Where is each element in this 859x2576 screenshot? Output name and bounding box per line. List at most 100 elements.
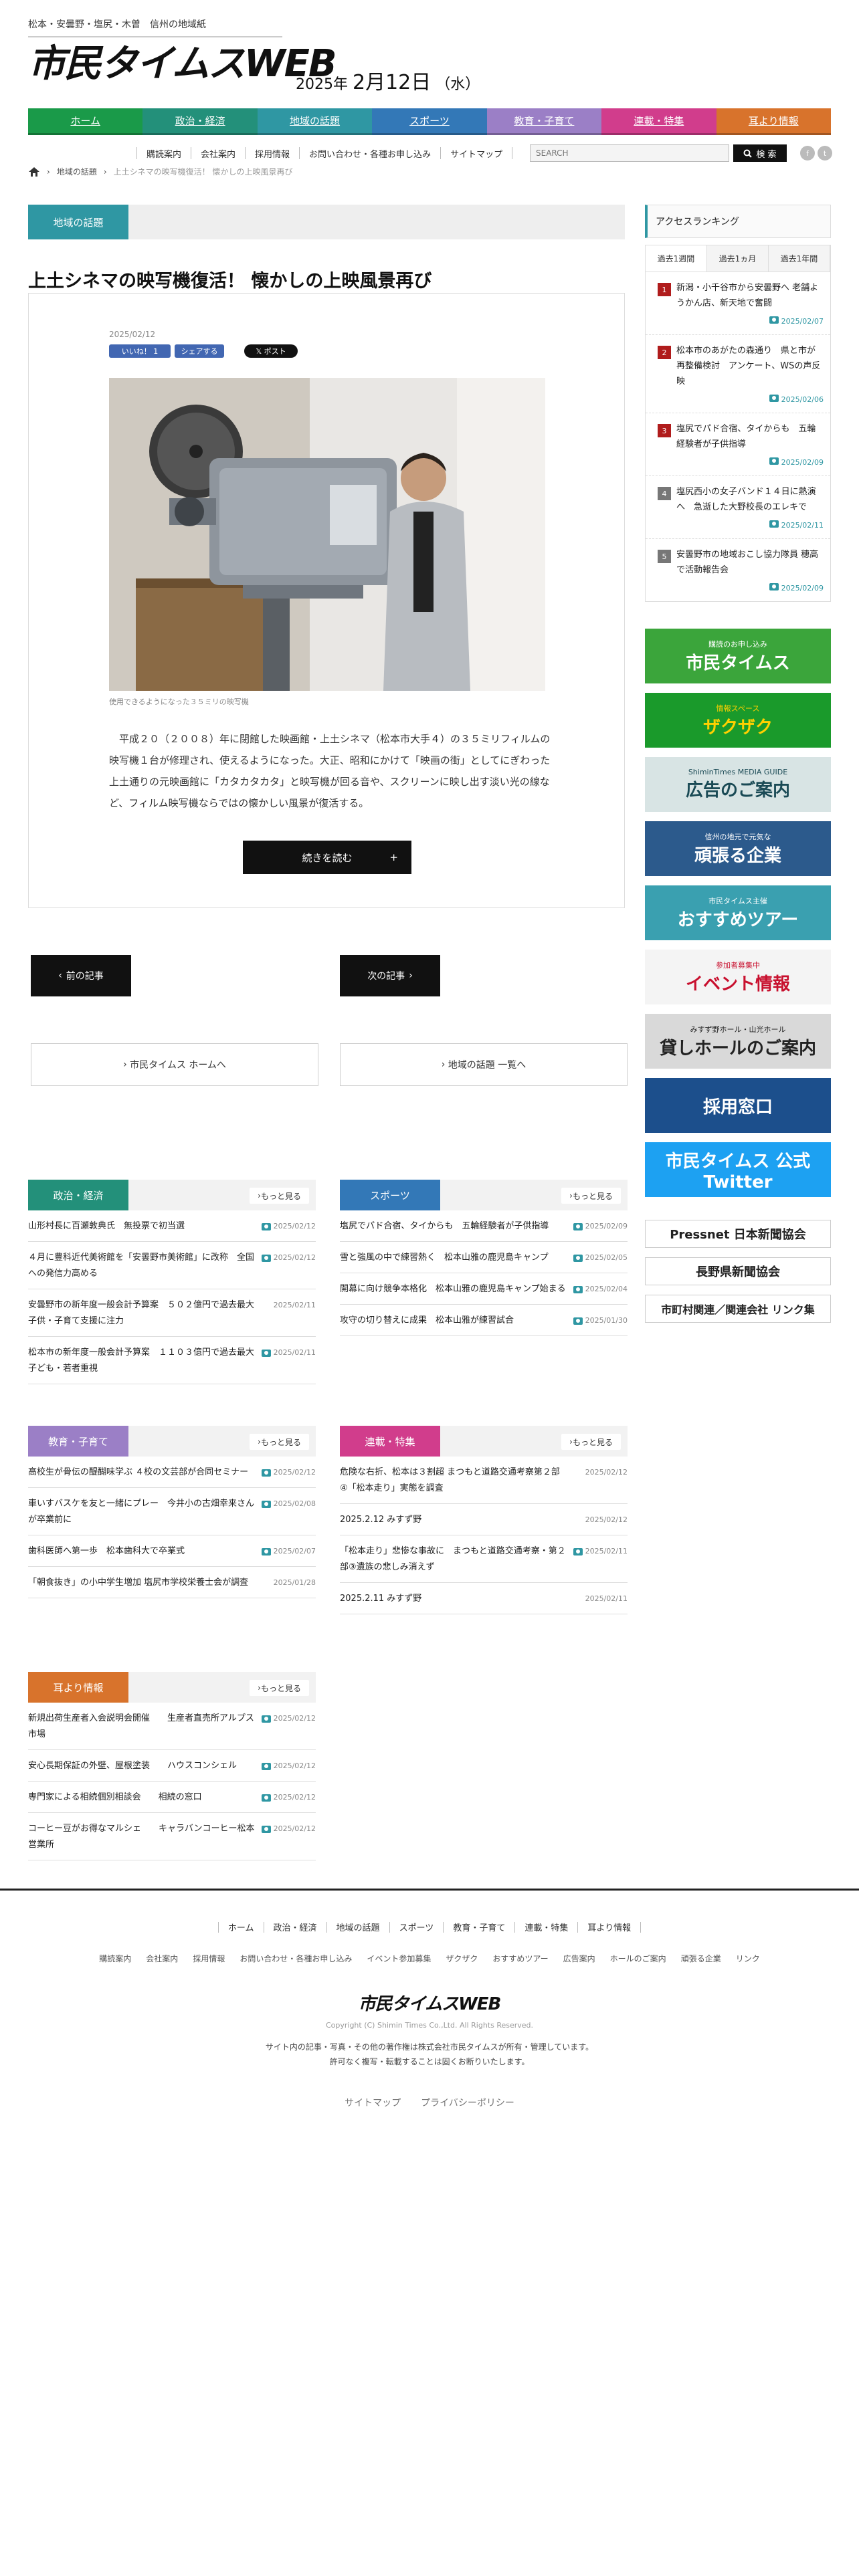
nav-item[interactable]: 耳より情報 — [716, 108, 831, 135]
link-banner[interactable]: 長野県新聞協会 — [645, 1257, 831, 1285]
news-item[interactable]: ４月に豊科近代美術館を「安曇野市美術館」に改称 全国への発信力高める 2025/0… — [28, 1242, 316, 1289]
news-title[interactable]: 松本市の新年度一般会計予算案 １１０３億円で過去最大 子ども・若者重視 — [28, 1348, 263, 1374]
news-title[interactable]: 新規出荷生産者入会説明会開催 生産者直売所アルプス市場 — [28, 1713, 254, 1739]
footer-nav-item[interactable]: 教育・子育て — [453, 1921, 505, 1933]
news-title[interactable]: ４月に豊科近代美術館を「安曇野市美術館」に改称 全国への発信力高める — [28, 1253, 254, 1279]
post-button[interactable]: 𝕏 ポスト — [244, 344, 298, 358]
nav-item[interactable]: 政治・経済 — [142, 108, 258, 135]
footer-subnav-item[interactable]: 広告案内 — [563, 1953, 595, 1964]
news-item[interactable]: 塩尻でパド合宿、タイからも 五輪経験者が子供指導 2025/02/09 — [340, 1210, 628, 1242]
news-title[interactable]: 2025.2.11 みすず野 — [340, 1594, 421, 1604]
section-label[interactable]: 連載・特集 — [340, 1426, 440, 1457]
ranking-item[interactable]: 3 塩尻でパド合宿、タイからも 五輪経験者が子供指導 2025/02/09 — [646, 413, 830, 476]
news-item[interactable]: 「松本走り」悲惨な事故に まつもと道路交通考察・第２部③遺族の悲しみ消えず 202… — [340, 1535, 628, 1583]
news-item[interactable]: 安曇野市の新年度一般会計予算案 ５０２億円で過去最大 子供・子育て支援に注力 20… — [28, 1289, 316, 1337]
breadcrumb-category[interactable]: 地域の話題 — [57, 166, 97, 177]
news-title[interactable]: 雪と強風の中で練習熱く 松本山雅の鹿児島キャンプ — [340, 1253, 549, 1263]
news-item[interactable]: 車いすバスケを友と一緒にプレー 今井小の古畑幸来さんが卒業前に 2025/02/0… — [28, 1488, 316, 1535]
ranking-title[interactable]: 塩尻でパド合宿、タイからも 五輪経験者が子供指導 — [676, 424, 816, 449]
news-item[interactable]: 危険な右折、松本は３割超 まつもと道路交通考察第２部④「松本走り」実態を調査 20… — [340, 1457, 628, 1504]
news-title[interactable]: 歯科医師へ第一歩 松本歯科大で卒業式 — [28, 1546, 185, 1556]
footer-subnav-item[interactable]: 購読案内 — [99, 1953, 131, 1964]
footer-subnav-item[interactable]: リンク — [736, 1953, 760, 1964]
footer-nav-item[interactable]: 連載・特集 — [524, 1921, 568, 1933]
prev-article-button[interactable]: ‹ 前の記事 — [31, 955, 131, 996]
news-item[interactable]: 「朝食抜き」の小中学生増加 塩尻市学校栄養士会が調査 2025/01/28 — [28, 1567, 316, 1598]
read-more-button[interactable]: 続きを読む + — [243, 841, 411, 874]
site-logo[interactable]: 市民タイムスWEB — [28, 44, 337, 84]
ranking-item[interactable]: 1 新潟・小千谷市から安曇野へ 老舗ようかん店、新天地で奮闘 2025/02/07 — [646, 272, 830, 335]
news-title[interactable]: 2025.2.12 みすず野 — [340, 1515, 421, 1525]
news-title[interactable]: 車いすバスケを友と一緒にプレー 今井小の古畑幸来さんが卒業前に — [28, 1499, 254, 1525]
news-item[interactable]: 開幕に向け競争本格化 松本山雅の鹿児島キャンプ始まる 2025/02/04 — [340, 1273, 628, 1305]
ranking-tab[interactable]: 過去1年間 — [769, 245, 830, 272]
share-button[interactable]: シェアする — [175, 344, 224, 358]
footer-subnav-item[interactable]: お問い合わせ・各種お申し込み — [240, 1953, 352, 1964]
footer-nav-item[interactable]: 耳より情報 — [587, 1921, 631, 1933]
footer-subnav-item[interactable]: イベント参加募集 — [367, 1953, 431, 1964]
news-title[interactable]: 安心長期保証の外壁、屋根塗装 ハウスコンシェル — [28, 1761, 237, 1771]
footer-subnav-item[interactable]: ホールのご案内 — [610, 1953, 666, 1964]
footer-link[interactable]: プライバシーポリシー — [421, 2096, 514, 2109]
more-button[interactable]: › もっと見る — [250, 1680, 309, 1696]
ranking-title[interactable]: 新潟・小千谷市から安曇野へ 老舗ようかん店、新天地で奮闘 — [676, 283, 818, 308]
link-banner[interactable]: Pressnet 日本新聞協会 — [645, 1220, 831, 1248]
nav-item[interactable]: スポーツ — [372, 108, 487, 135]
more-button[interactable]: › もっと見る — [250, 1434, 309, 1450]
section-label[interactable]: 教育・子育て — [28, 1426, 128, 1457]
news-title[interactable]: 高校生が骨伝の醍醐味学ぶ ４校の文芸部が合同セミナー — [28, 1467, 248, 1477]
more-button[interactable]: › もっと見る — [561, 1434, 621, 1450]
news-item[interactable]: コーヒー豆がお得なマルシェ キャラバンコーヒー松本営業所 2025/02/12 — [28, 1813, 316, 1860]
news-item[interactable]: 攻守の切り替えに成果 松本山雅が練習試合 2025/01/30 — [340, 1305, 628, 1336]
ranking-title[interactable]: 塩尻西小の女子バンド１４日に熱演へ 急逝した大野校長のエレキで — [676, 487, 816, 512]
footer-subnav-item[interactable]: おすすめツアー — [492, 1953, 548, 1964]
search-input[interactable] — [530, 144, 729, 162]
news-title[interactable]: 危険な右折、松本は３割超 まつもと道路交通考察第２部④「松本走り」実態を調査 — [340, 1467, 560, 1493]
news-title[interactable]: 専門家による相続個別相談会 相続の窓口 — [28, 1792, 202, 1802]
news-item[interactable]: 山形村長に百瀬敦典氏 無投票で初当選 2025/02/12 — [28, 1210, 316, 1242]
subnav-item[interactable]: サイトマップ — [450, 147, 502, 160]
footer-subnav-item[interactable]: 採用情報 — [193, 1953, 225, 1964]
news-title[interactable]: コーヒー豆がお得なマルシェ キャラバンコーヒー松本営業所 — [28, 1824, 255, 1850]
news-title[interactable]: 塩尻でパド合宿、タイからも 五輪経験者が子供指導 — [340, 1221, 549, 1231]
sidebar-banner[interactable]: 購読のお申し込み 市民タイムス — [645, 629, 831, 683]
like-button[interactable]: いいね！ 1 — [109, 344, 171, 358]
ranking-item[interactable]: 5 安曇野市の地域おこし協力隊員 穂高で活動報告会 2025/02/09 — [646, 539, 830, 602]
news-title[interactable]: 攻守の切り替えに成果 松本山雅が練習試合 — [340, 1315, 514, 1325]
footer-subnav-item[interactable]: ザクザク — [446, 1953, 478, 1964]
news-title[interactable]: 開幕に向け競争本格化 松本山雅の鹿児島キャンプ始まる — [340, 1284, 566, 1294]
ranking-item[interactable]: 4 塩尻西小の女子バンド１４日に熱演へ 急逝した大野校長のエレキで 2025/02… — [646, 476, 830, 539]
nav-item[interactable]: ホーム — [28, 108, 143, 135]
sidebar-banner[interactable]: 参加者募集中 イベント情報 — [645, 950, 831, 1004]
ranking-tab[interactable]: 過去1週間 — [646, 245, 707, 272]
sidebar-banner[interactable]: ShiminTimes MEDIA GUIDE 広告のご案内 — [645, 757, 831, 812]
news-item[interactable]: 専門家による相続個別相談会 相続の窓口 2025/02/12 — [28, 1782, 316, 1813]
news-item[interactable]: 雪と強風の中で練習熱く 松本山雅の鹿児島キャンプ 2025/02/05 — [340, 1242, 628, 1273]
sidebar-banner[interactable]: 情報スペース ザクザク — [645, 693, 831, 748]
news-item[interactable]: 2025.2.12 みすず野 2025/02/12 — [340, 1504, 628, 1535]
news-title[interactable]: 「松本走り」悲惨な事故に まつもと道路交通考察・第２部③遺族の悲しみ消えず — [340, 1546, 566, 1572]
ranking-title[interactable]: 安曇野市の地域おこし協力隊員 穂高で活動報告会 — [676, 550, 818, 575]
nav-item[interactable]: 地域の話題 — [257, 108, 373, 135]
sidebar-banner[interactable]: 採用窓口 — [645, 1078, 831, 1133]
nav-item[interactable]: 連載・特集 — [601, 108, 717, 135]
news-item[interactable]: 高校生が骨伝の醍醐味学ぶ ４校の文芸部が合同セミナー 2025/02/12 — [28, 1457, 316, 1488]
search-button[interactable]: 検 索 — [733, 144, 787, 162]
next-article-button[interactable]: 次の記事 › — [340, 955, 440, 996]
news-title[interactable]: 山形村長に百瀬敦典氏 無投票で初当選 — [28, 1221, 185, 1231]
home-link[interactable]: › 市民タイムス ホームへ — [31, 1043, 318, 1086]
section-label[interactable]: 政治・経済 — [28, 1180, 128, 1210]
news-item[interactable]: 松本市の新年度一般会計予算案 １１０３億円で過去最大 子ども・若者重視 2025/… — [28, 1337, 316, 1384]
ranking-title[interactable]: 松本市のあがたの森通り 県と市が再整備検討 アンケート、WSの声反映 — [676, 346, 820, 387]
subnav-item[interactable]: お問い合わせ・各種お申し込み — [309, 147, 431, 160]
section-label[interactable]: 耳より情報 — [28, 1672, 128, 1703]
footer-nav-item[interactable]: ホーム — [228, 1921, 254, 1933]
news-item[interactable]: 歯科医師へ第一歩 松本歯科大で卒業式 2025/02/07 — [28, 1535, 316, 1567]
news-item[interactable]: 安心長期保証の外壁、屋根塗装 ハウスコンシェル 2025/02/12 — [28, 1750, 316, 1782]
footer-link[interactable]: サイトマップ — [345, 2096, 401, 2109]
facebook-icon[interactable]: f — [800, 146, 815, 160]
footer-logo[interactable]: 市民タイムスWEB — [0, 1990, 859, 2015]
news-item[interactable]: 新規出荷生産者入会説明会開催 生産者直売所アルプス市場 2025/02/12 — [28, 1703, 316, 1750]
footer-nav-item[interactable]: 政治・経済 — [274, 1921, 317, 1933]
link-banner[interactable]: 市町村関連／関連会社 リンク集 — [645, 1295, 831, 1323]
